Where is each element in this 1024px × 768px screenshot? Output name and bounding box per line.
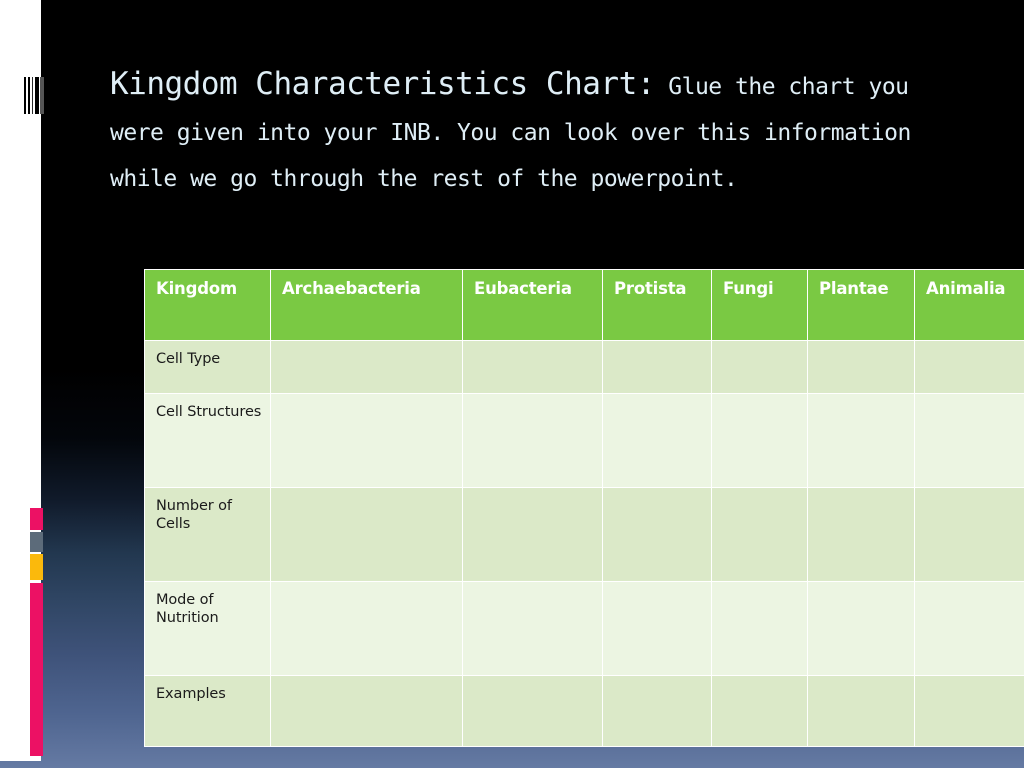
cell-plantae[interactable] (807, 581, 915, 676)
column-header-kingdom: Kingdom (144, 269, 271, 341)
kingdom-characteristics-table: Kingdom Archaebacteria Eubacteria Protis… (144, 269, 1024, 747)
row-label-number-of-cells: Number of Cells (144, 487, 271, 582)
column-header-animalia: Animalia (914, 269, 1024, 341)
cell-protista[interactable] (602, 487, 712, 582)
cell-protista[interactable] (602, 581, 712, 676)
barcode-decoration-icon (24, 77, 44, 114)
table-header-row: Kingdom Archaebacteria Eubacteria Protis… (144, 269, 1024, 341)
cell-fungi[interactable] (711, 487, 808, 582)
cell-animalia[interactable] (914, 340, 1024, 394)
row-label-cell-structures: Cell Structures (144, 393, 271, 488)
barcode-bar-5 (40, 77, 44, 114)
row-label-examples: Examples (144, 675, 271, 747)
cell-plantae[interactable] (807, 487, 915, 582)
cell-archaebacteria[interactable] (270, 487, 463, 582)
table-row: Number of Cells (144, 487, 1024, 582)
barcode-bar-2 (28, 77, 30, 114)
row-label-cell-type: Cell Type (144, 340, 271, 394)
slide-canvas: Kingdom Characteristics Chart: Glue the … (0, 0, 1024, 768)
cell-fungi[interactable] (711, 340, 808, 394)
barcode-bar-4 (35, 77, 39, 114)
cell-eubacteria[interactable] (462, 487, 603, 582)
accent-block-pink-small (30, 508, 43, 530)
cell-plantae[interactable] (807, 393, 915, 488)
cell-plantae[interactable] (807, 675, 915, 747)
table-row: Mode of Nutrition (144, 581, 1024, 676)
table-body: Cell Type Cell Structures Number of Cell… (144, 340, 1024, 747)
table-row: Cell Structures (144, 393, 1024, 488)
accent-block-gray (30, 532, 43, 552)
table-row: Examples (144, 675, 1024, 747)
cell-eubacteria[interactable] (462, 393, 603, 488)
cell-protista[interactable] (602, 340, 712, 394)
cell-archaebacteria[interactable] (270, 675, 463, 747)
title-heading: Kingdom Characteristics Chart: (110, 66, 655, 102)
column-header-eubacteria: Eubacteria (462, 269, 603, 341)
accent-block-yellow (30, 554, 43, 580)
table-row: Cell Type (144, 340, 1024, 394)
cell-archaebacteria[interactable] (270, 581, 463, 676)
cell-animalia[interactable] (914, 487, 1024, 582)
cell-eubacteria[interactable] (462, 581, 603, 676)
cell-protista[interactable] (602, 675, 712, 747)
column-header-fungi: Fungi (711, 269, 808, 341)
cell-animalia[interactable] (914, 581, 1024, 676)
barcode-bar-3 (32, 77, 33, 114)
cell-fungi[interactable] (711, 675, 808, 747)
column-header-protista: Protista (602, 269, 712, 341)
cell-plantae[interactable] (807, 340, 915, 394)
barcode-bar-1 (24, 77, 26, 114)
cell-animalia[interactable] (914, 675, 1024, 747)
cell-fungi[interactable] (711, 393, 808, 488)
cell-archaebacteria[interactable] (270, 340, 463, 394)
row-label-mode-of-nutrition: Mode of Nutrition (144, 581, 271, 676)
slide-title: Kingdom Characteristics Chart: Glue the … (110, 62, 970, 203)
column-header-plantae: Plantae (807, 269, 915, 341)
cell-protista[interactable] (602, 393, 712, 488)
column-header-archaebacteria: Archaebacteria (270, 269, 463, 341)
cell-eubacteria[interactable] (462, 675, 603, 747)
cell-fungi[interactable] (711, 581, 808, 676)
accent-block-pink-long (30, 583, 43, 756)
cell-archaebacteria[interactable] (270, 393, 463, 488)
cell-eubacteria[interactable] (462, 340, 603, 394)
cell-animalia[interactable] (914, 393, 1024, 488)
table-header: Kingdom Archaebacteria Eubacteria Protis… (144, 269, 1024, 341)
